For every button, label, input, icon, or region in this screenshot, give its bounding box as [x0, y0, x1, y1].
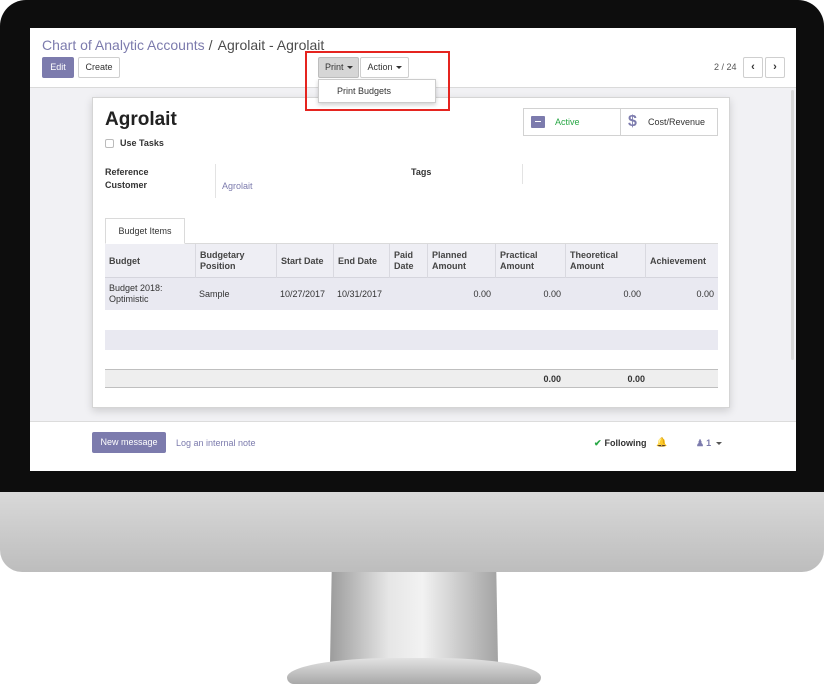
monitor-stand-neck	[330, 572, 498, 664]
empty-row	[105, 310, 718, 330]
cost-revenue-button[interactable]: $ Cost/Revenue	[620, 108, 718, 136]
cost-revenue-label: Cost/Revenue	[648, 117, 706, 127]
record-title: Agrolait	[105, 109, 177, 130]
pager-value[interactable]: 2 / 24	[714, 62, 737, 72]
empty-row	[105, 330, 718, 350]
use-tasks-field: Use Tasks	[105, 138, 164, 148]
column-header-practical-amount[interactable]: Practical Amount	[495, 244, 565, 278]
chevron-down-icon	[716, 442, 723, 446]
cell-practical-amount: 0.00	[543, 288, 561, 299]
monitor-frame: Chart of Analytic Accounts / Agrolait - A…	[0, 0, 824, 686]
chatter-bar: New message Log an internal note ✔ Follow…	[30, 421, 796, 471]
total-practical-amount: 0.00	[543, 373, 561, 384]
budget-items-table: Budget Budgetary Position Start Date End…	[105, 244, 718, 388]
column-header-paid-date[interactable]: Paid Date	[389, 244, 427, 278]
column-header-achievement[interactable]: Achievement	[645, 244, 718, 278]
reference-label: Reference	[105, 167, 149, 177]
column-header-budget[interactable]: Budget	[109, 244, 195, 278]
customer-label: Customer	[105, 180, 148, 190]
column-header-budgetary-position[interactable]: Budgetary Position	[195, 244, 276, 278]
dollar-icon: $	[628, 113, 637, 130]
column-header-planned-amount[interactable]: Planned Amount	[427, 244, 495, 278]
following-button[interactable]: ✔ Following	[594, 438, 647, 449]
form-sheet: Agrolait Use Tasks Active $ Cost/Revenue…	[92, 97, 730, 408]
field-divider	[522, 164, 523, 184]
total-theoretical-amount: 0.00	[627, 373, 645, 384]
followers-count: 1	[706, 438, 712, 448]
field-divider	[215, 164, 216, 198]
log-note-link[interactable]: Log an internal note	[176, 438, 256, 448]
use-tasks-label: Use Tasks	[120, 138, 164, 148]
tags-label: Tags	[411, 167, 432, 177]
app-screen: Chart of Analytic Accounts / Agrolait - A…	[30, 28, 796, 471]
followers-button[interactable]: ♟ 1	[696, 438, 723, 449]
table-footer-totals: 0.00 0.00	[105, 369, 718, 388]
pager-previous-button[interactable]: ‹	[743, 57, 763, 78]
monitor-chin	[0, 492, 824, 572]
breadcrumb-separator: /	[208, 37, 213, 53]
following-label: Following	[604, 438, 647, 448]
cell-theoretical-amount: 0.00	[623, 288, 641, 299]
highlight-box	[305, 51, 450, 111]
new-message-button[interactable]: New message	[92, 432, 166, 453]
table-header: Budget Budgetary Position Start Date End…	[105, 244, 718, 278]
active-label: Active	[555, 117, 580, 127]
column-header-start-date[interactable]: Start Date	[276, 244, 333, 278]
cell-budget: Budget 2018: Optimistic	[109, 283, 163, 304]
cell-planned-amount: 0.00	[473, 288, 491, 299]
cell-start-date: 10/27/2017	[280, 288, 326, 299]
table-row[interactable]: Budget 2018: Optimistic Sample 10/27/201…	[105, 278, 718, 310]
cell-achievement: 0.00	[696, 288, 714, 299]
column-header-theoretical-amount[interactable]: Theoretical Amount	[565, 244, 645, 278]
user-icon: ♟	[696, 438, 705, 448]
pager-next-button[interactable]: ›	[765, 57, 785, 78]
check-icon: ✔	[594, 438, 602, 448]
edit-button[interactable]: Edit	[42, 57, 74, 78]
tab-budget-items[interactable]: Budget Items	[105, 218, 185, 244]
cell-paid-date	[393, 278, 427, 310]
active-toggle-button[interactable]: Active	[523, 108, 621, 136]
cell-position: Sample	[199, 288, 230, 299]
scrollbar[interactable]	[791, 90, 794, 360]
bell-icon[interactable]: 🔔	[656, 437, 667, 448]
customer-link[interactable]: Agrolait	[222, 181, 253, 191]
column-header-end-date[interactable]: End Date	[333, 244, 389, 278]
create-button[interactable]: Create	[78, 57, 120, 78]
archive-icon	[531, 116, 545, 128]
breadcrumb: Chart of Analytic Accounts / Agrolait - A…	[42, 37, 324, 53]
use-tasks-checkbox[interactable]	[105, 138, 114, 148]
breadcrumb-parent-link[interactable]: Chart of Analytic Accounts	[42, 37, 205, 53]
cell-end-date: 10/31/2017	[337, 288, 383, 299]
monitor-stand-base	[287, 658, 541, 684]
